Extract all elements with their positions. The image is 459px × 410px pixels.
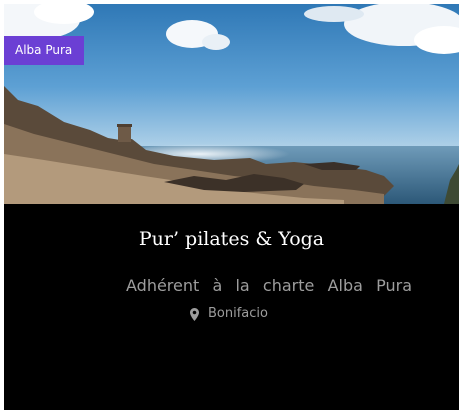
location: Bonifacio	[190, 305, 268, 323]
listing-title[interactable]: Pur’ pilates & Yoga	[4, 226, 459, 252]
category-badge[interactable]: Alba Pura	[4, 36, 85, 65]
cover-photo[interactable]: Alba Pura	[4, 4, 459, 204]
location-label: Bonifacio	[208, 306, 268, 321]
listing-subtitle: Adhérent à la charte Alba Pura	[126, 276, 412, 295]
listing-card[interactable]: Alba Pura Pur’ pilates & Yoga Adhérent à…	[4, 4, 459, 410]
map-pin-icon	[190, 307, 199, 321]
